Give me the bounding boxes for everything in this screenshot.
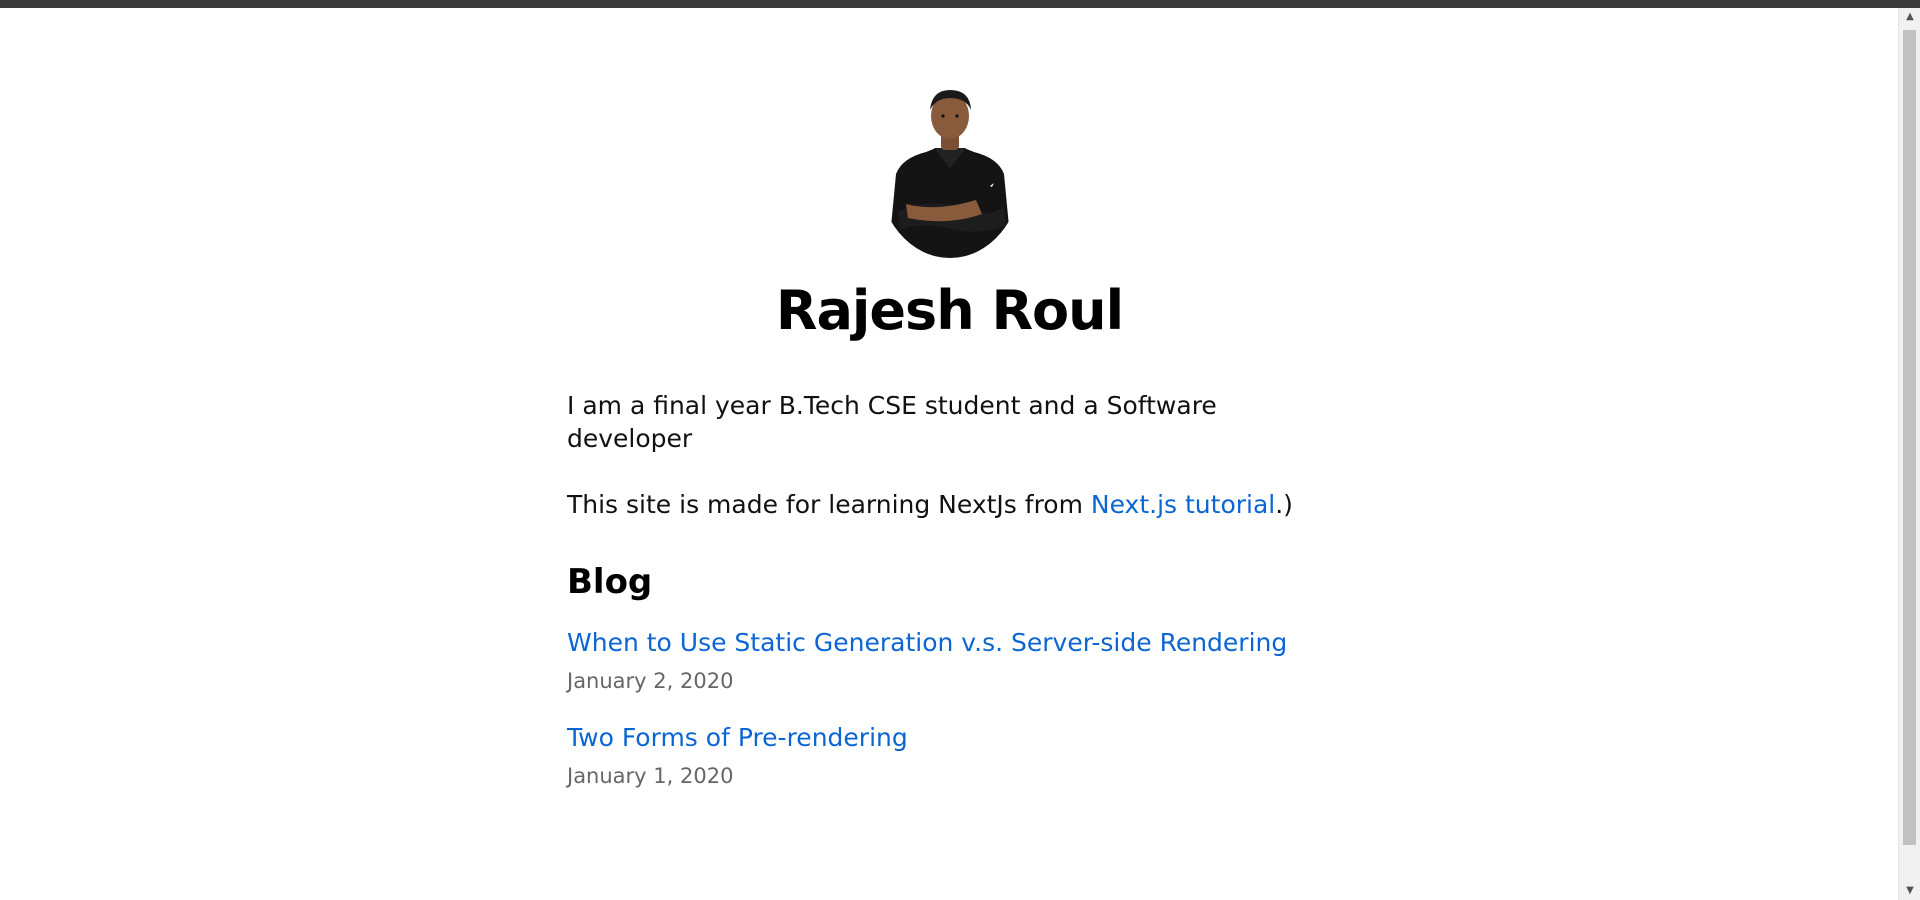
- blog-post-item: When to Use Static Generation v.s. Serve…: [567, 628, 1332, 693]
- blog-post-date: January 2, 2020: [567, 668, 734, 693]
- intro-line-2-suffix: .): [1275, 490, 1293, 519]
- content-container: Rajesh Roul I am a final year B.Tech CSE…: [567, 8, 1332, 818]
- intro-section: I am a final year B.Tech CSE student and…: [567, 390, 1332, 522]
- scrollbar-thumb[interactable]: [1903, 30, 1916, 845]
- nextjs-tutorial-link[interactable]: Next.js tutorial: [1091, 490, 1275, 519]
- vertical-scrollbar[interactable]: ▲ ▼: [1898, 8, 1920, 900]
- blog-post-date: January 1, 2020: [567, 763, 734, 788]
- profile-header: Rajesh Roul: [567, 8, 1332, 338]
- intro-line-2-prefix: This site is made for learning NextJs fr…: [567, 490, 1091, 519]
- intro-line-2: This site is made for learning NextJs fr…: [567, 489, 1332, 522]
- blog-heading: Blog: [567, 561, 653, 602]
- blog-section: Blog When to Use Static Generation v.s. …: [567, 562, 1332, 788]
- page: Rajesh Roul I am a final year B.Tech CSE…: [0, 8, 1898, 900]
- blog-post-item: Two Forms of Pre-rendering January 1, 20…: [567, 723, 1332, 788]
- scroll-down-arrow-icon[interactable]: ▼: [1899, 882, 1920, 900]
- avatar: [877, 86, 1022, 258]
- blog-post-link[interactable]: When to Use Static Generation v.s. Serve…: [567, 628, 1287, 657]
- profile-photo: [877, 86, 1022, 258]
- browser-top-bar: [0, 0, 1920, 8]
- blog-post-link[interactable]: Two Forms of Pre-rendering: [567, 723, 908, 752]
- blog-post-list: When to Use Static Generation v.s. Serve…: [567, 628, 1332, 788]
- intro-line-1: I am a final year B.Tech CSE student and…: [567, 391, 1217, 453]
- scroll-up-arrow-icon[interactable]: ▲: [1899, 8, 1920, 26]
- page-title: Rajesh Roul: [775, 279, 1124, 342]
